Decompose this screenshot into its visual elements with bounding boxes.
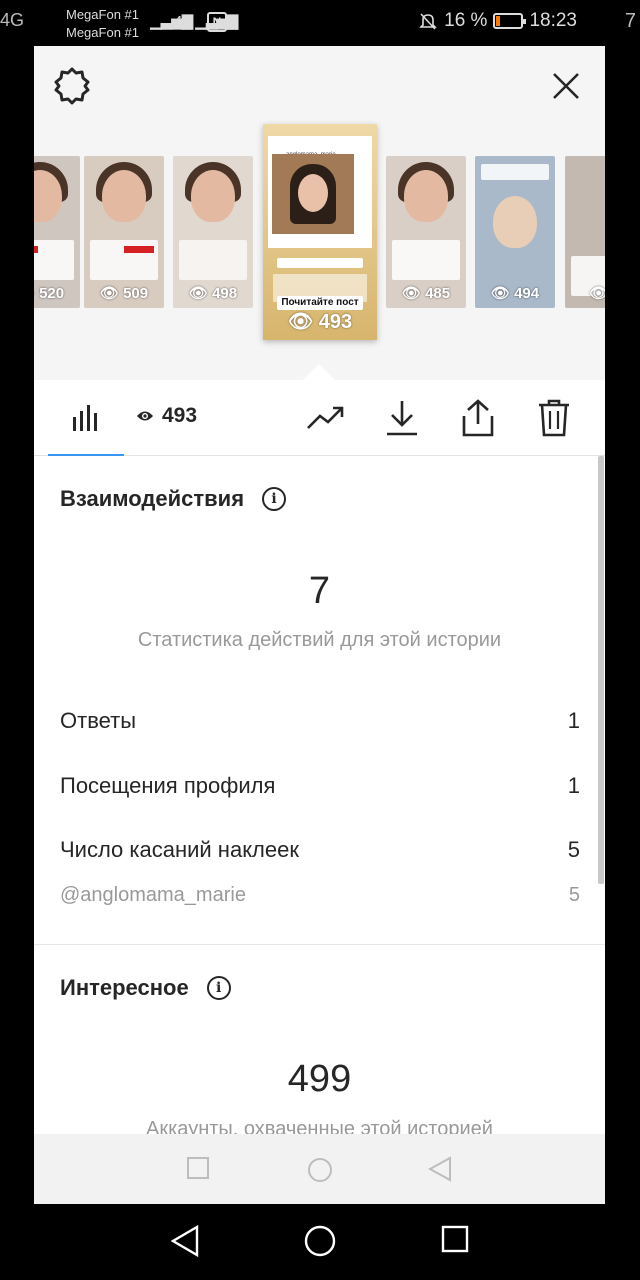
story-views: 👁 493 — [287, 311, 353, 333]
discovery-total: 499 — [287, 1058, 352, 1100]
share-icon — [462, 399, 494, 437]
status-right: 16 % 18:23 — [418, 10, 577, 32]
stat-value: 5 — [568, 884, 580, 906]
stat-label: Число касаний наклеек — [60, 837, 299, 862]
stat-subrow-mention: @anglomama_marie 5 — [60, 884, 580, 907]
settings-gear-icon[interactable] — [50, 64, 94, 108]
nfc-icon: N — [207, 12, 227, 32]
carrier-labels: MegaFon #1 MegaFon #1 — [66, 6, 139, 42]
stat-value: 1 — [567, 708, 580, 733]
story-thumbnail[interactable]: 👁 494 — [475, 156, 555, 308]
stat-label: @anglomama_marie — [60, 884, 246, 906]
status-bar: MegaFon #1 MegaFon #1 ▁▃▅▇ 4G ▁▃▅▇ N 16 … — [34, 0, 605, 46]
download-icon — [387, 401, 417, 436]
stat-row-replies: Ответы 1 — [60, 708, 580, 734]
trending-up-icon — [307, 406, 344, 429]
stat-row-profile-visits: Посещения профиля 1 — [60, 773, 580, 799]
story-thumbnail[interactable]: 👁 5 — [565, 156, 605, 308]
interactions-section-title: Взаимодействия i — [60, 486, 287, 512]
stat-label: Посещения профиля — [60, 773, 276, 798]
story-views: 👁 494 — [490, 285, 540, 302]
story-views: 👁 520 — [34, 285, 65, 302]
stat-row-sticker-taps: Число касаний наклеек 5 — [60, 837, 580, 863]
stat-value: 5 — [567, 837, 580, 862]
delete-button[interactable] — [532, 396, 576, 440]
info-icon[interactable]: i — [206, 976, 231, 1000]
insights-toolbar: 493 — [34, 380, 605, 456]
circle-icon[interactable] — [306, 1156, 334, 1184]
story-views: 👁 485 — [401, 285, 451, 302]
insights-content: Взаимодействия i 7 Статистика действий д… — [34, 456, 605, 1140]
story-thumbnail[interactable]: 👁 520 — [34, 156, 80, 308]
system-navigation-bar — [0, 1204, 640, 1280]
story-thumbnail[interactable]: 👁 485 — [386, 156, 466, 308]
trash-icon — [539, 399, 569, 437]
triangle-back-icon[interactable] — [428, 1156, 452, 1182]
story-views: 👁 5 — [589, 285, 605, 302]
signal-4g-icon: 4G ▁▃▅▇ — [174, 13, 238, 30]
recents-icon[interactable] — [440, 1224, 470, 1254]
trending-button[interactable] — [304, 396, 348, 440]
close-icon[interactable] — [544, 64, 588, 108]
eye-icon — [137, 411, 153, 421]
back-icon[interactable] — [170, 1224, 200, 1258]
interactions-total: 7 — [308, 570, 331, 612]
home-icon[interactable] — [303, 1224, 337, 1258]
story-insights-screen: 👁 520 👁 509 👁 498 anglomama_marie Почита… — [34, 46, 605, 1204]
discovery-section-title: Интересное i — [60, 975, 231, 1001]
viewers-count: 493 — [162, 404, 198, 427]
edge-number: 7 — [624, 10, 636, 32]
stat-value: 1 — [567, 773, 580, 798]
battery-percent: 16 % — [444, 10, 488, 31]
carrier-1: MegaFon #1 — [66, 7, 139, 22]
interactions-title: Взаимодействия — [60, 486, 245, 511]
tab-insights[interactable] — [48, 380, 124, 456]
battery-icon — [493, 13, 527, 29]
story-caption: Почитайте пост — [277, 296, 363, 310]
story-post-preview: anglomama_marie — [268, 136, 372, 248]
story-thumbnail[interactable]: 👁 509 — [84, 156, 164, 308]
story-thumbnail[interactable]: 👁 498 — [173, 156, 253, 308]
clock: 18:23 — [529, 10, 577, 31]
edge-network-label: 4G — [0, 10, 25, 30]
interactions-subtitle: Статистика действий для этой истории — [137, 629, 502, 651]
selected-story-pointer — [303, 364, 335, 380]
tab-viewers[interactable]: 493 — [136, 404, 197, 428]
discovery-title: Интересное — [60, 975, 189, 1000]
selected-story-thumbnail[interactable]: anglomama_marie Почитайте пост 👁 493 — [263, 124, 377, 340]
story-views: 👁 498 — [188, 285, 238, 302]
stat-label: Ответы — [60, 708, 137, 733]
section-divider — [34, 944, 605, 945]
mention-sticker — [277, 258, 363, 268]
carrier-2: MegaFon #1 — [66, 25, 139, 40]
inner-nav-bar — [34, 1134, 605, 1204]
mute-bell-icon — [419, 13, 438, 30]
info-icon[interactable]: i — [262, 487, 287, 511]
share-button[interactable] — [456, 396, 500, 440]
story-carousel: 👁 520 👁 509 👁 498 anglomama_marie Почита… — [34, 46, 605, 380]
bar-chart-icon — [73, 405, 97, 431]
download-button[interactable] — [380, 396, 424, 440]
story-views: 👁 509 — [99, 285, 149, 302]
scrollbar[interactable] — [598, 456, 604, 884]
square-icon[interactable] — [186, 1156, 210, 1180]
